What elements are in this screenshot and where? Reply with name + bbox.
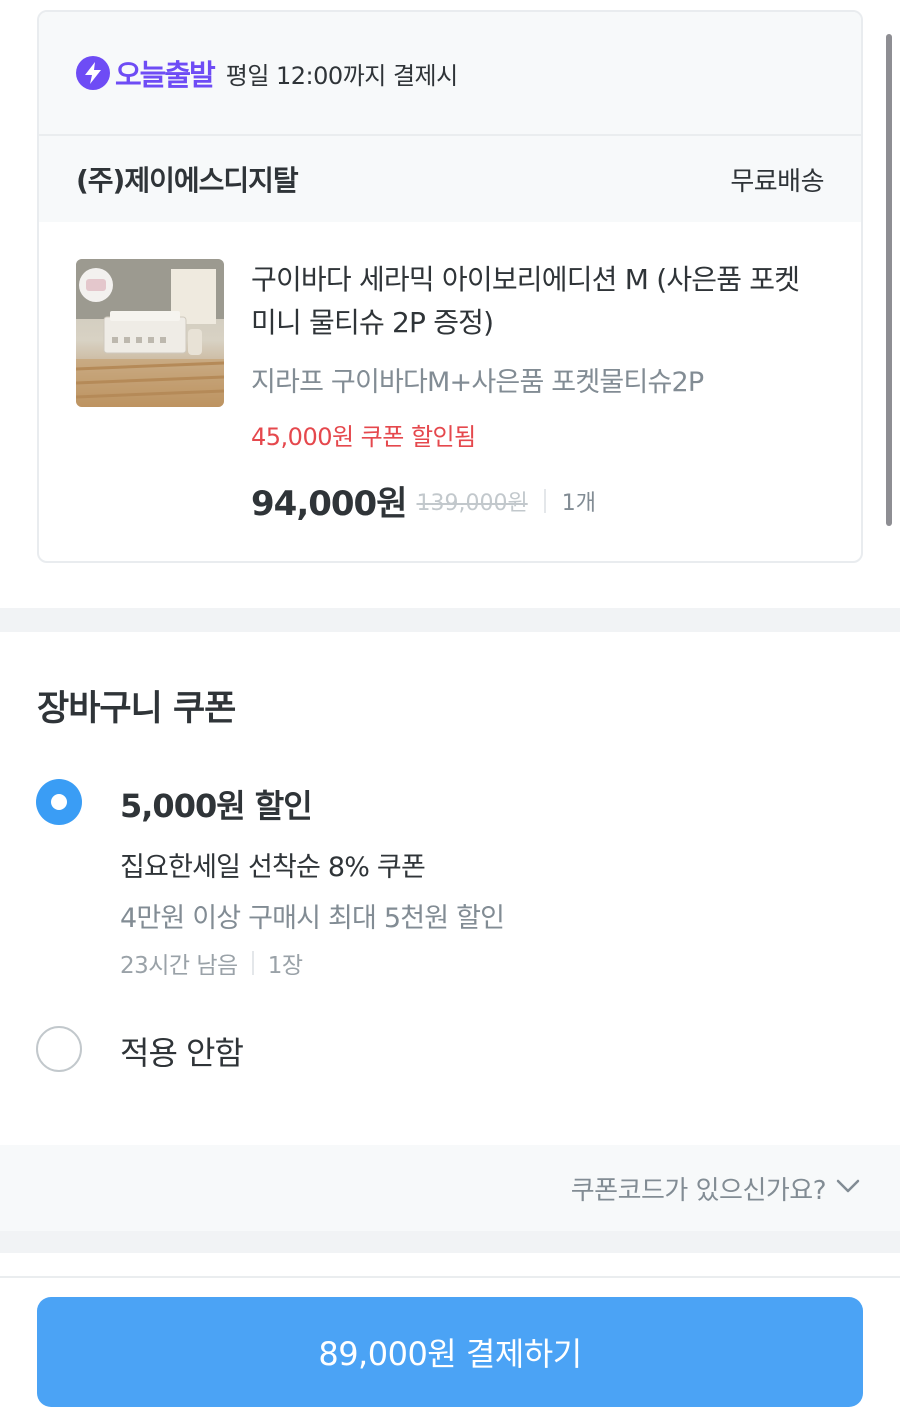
divider (543, 488, 546, 513)
product-info: 구이바다 세라믹 아이보리에디션 M (사은품 포켓 미니 물티슈 2P 증정)… (251, 258, 826, 525)
product-thumbnail[interactable] (76, 259, 224, 407)
seller-name[interactable]: (주)제이에스디지탈 (76, 159, 299, 199)
delivery-info-bar: 오늘출발 평일 12:00까지 결제시 (39, 12, 861, 136)
badge-label: 오늘출발 (115, 58, 216, 92)
product-item: 구이바다 세라믹 아이보리에디션 M (사은품 포켓 미니 물티슈 2P 증정)… (39, 222, 861, 561)
chevron-down-icon[interactable] (836, 1178, 860, 1198)
coupon-count: 1장 (267, 953, 303, 979)
coupon-code-prompt[interactable]: 쿠폰코드가 있으신가요? (571, 1170, 827, 1207)
divider (251, 951, 254, 975)
no-coupon-option[interactable]: 적용 안함 (120, 1028, 244, 1074)
section-title-cart-coupon: 장바구니 쿠폰 (37, 689, 236, 729)
coupon-meta: 23시간 남음 1장 (120, 946, 303, 980)
original-price: 139,000원 (416, 490, 528, 516)
quantity: 1개 (561, 490, 596, 516)
product-name[interactable]: 구이바다 세라믹 아이보리에디션 M (사은품 포켓 미니 물티슈 2P 증정) (251, 258, 826, 344)
delivery-cutoff-text: 평일 12:00까지 결제시 (225, 61, 458, 90)
today-shipping-badge: 오늘출발 (76, 52, 216, 94)
section-divider (0, 1231, 900, 1253)
coupon-name: 집요한세일 선착순 8% 쿠폰 (120, 852, 426, 883)
product-option: 지라프 구이바다M+사은품 포켓물티슈2P (251, 367, 704, 398)
order-card: 오늘출발 평일 12:00까지 결제시 (주)제이에스디지탈 무료배송 구이바다… (37, 10, 863, 563)
seller-row: (주)제이에스디지탈 무료배송 (39, 136, 861, 222)
section-divider (0, 608, 900, 632)
coupon-time-left: 23시간 남음 (120, 953, 238, 979)
scrollbar[interactable] (886, 34, 892, 526)
lightning-icon (76, 56, 110, 90)
checkout-button[interactable]: 89,000원 결제하기 (37, 1297, 863, 1407)
product-coupon-discount: 45,000원 쿠폰 할인됨 (251, 423, 476, 451)
coupon-condition: 4만원 이상 구매시 최대 5천원 할인 (120, 903, 505, 934)
coupon-radio-none[interactable] (36, 1026, 82, 1072)
price-row: 94,000원 139,000원 1개 (251, 476, 826, 525)
shipping-fee: 무료배송 (730, 166, 824, 197)
coupon-amount[interactable]: 5,000원 할인 (120, 781, 313, 827)
coupon-radio-selected[interactable] (36, 779, 82, 825)
coupon-code-toggle[interactable]: 쿠폰코드가 있으신가요? (0, 1145, 900, 1231)
bottom-border (0, 1276, 900, 1278)
sale-price: 94,000원 (251, 484, 407, 524)
